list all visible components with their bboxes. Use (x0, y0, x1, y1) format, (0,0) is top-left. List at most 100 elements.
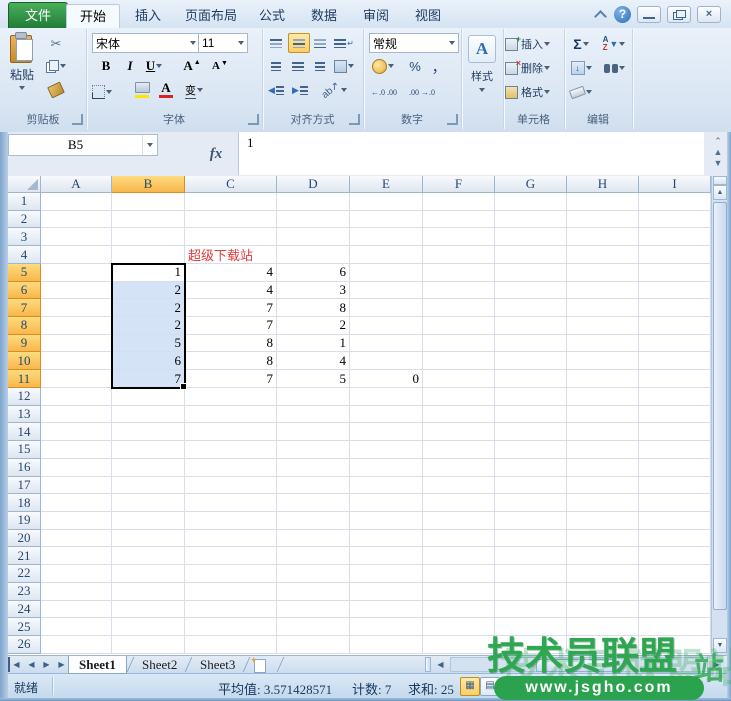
window-close-button[interactable]: × (697, 6, 721, 23)
cell-D6[interactable]: 3 (277, 282, 350, 300)
cell-C2[interactable] (185, 211, 277, 229)
italic-button[interactable]: I (120, 57, 140, 75)
cell-I15[interactable] (639, 441, 711, 459)
cell-H1[interactable] (567, 193, 639, 211)
cell-D7[interactable]: 8 (277, 299, 350, 317)
cell-G3[interactable] (495, 228, 567, 246)
cell-A16[interactable] (41, 459, 112, 477)
cell-G6[interactable] (495, 282, 567, 300)
cell-E4[interactable] (350, 246, 423, 264)
format-cells-button[interactable]: 格式 (505, 83, 561, 101)
increase-indent-button[interactable]: ▶ (290, 81, 310, 99)
select-all-corner[interactable] (8, 176, 41, 193)
cell-B2[interactable] (112, 211, 185, 229)
align-left-button[interactable] (266, 57, 286, 75)
cell-E26[interactable] (350, 636, 423, 654)
cell-F17[interactable] (423, 477, 495, 495)
paste-button[interactable]: 粘贴 (3, 31, 41, 111)
cell-B10[interactable]: 6 (112, 352, 185, 370)
cell-D10[interactable]: 4 (277, 352, 350, 370)
cell-I22[interactable] (639, 565, 711, 583)
insert-function-button[interactable]: fx (196, 134, 236, 174)
cell-D25[interactable] (277, 618, 350, 636)
cell-H23[interactable] (567, 583, 639, 601)
cell-H2[interactable] (567, 211, 639, 229)
cell-D5[interactable]: 6 (277, 264, 350, 282)
find-select-button[interactable] (600, 59, 628, 77)
cell-I21[interactable] (639, 547, 711, 565)
sheet-tab-sheet3[interactable]: Sheet3 (190, 656, 245, 673)
cell-D1[interactable] (277, 193, 350, 211)
cell-F5[interactable] (423, 264, 495, 282)
accounting-format-button[interactable] (369, 57, 397, 75)
cell-D15[interactable] (277, 441, 350, 459)
align-middle-button[interactable] (288, 33, 310, 53)
row-header-13[interactable]: 13 (8, 406, 41, 424)
row-header-6[interactable]: 6 (8, 282, 41, 300)
cell-H13[interactable] (567, 406, 639, 424)
cell-E18[interactable] (350, 494, 423, 512)
tab-home[interactable]: 开始 (66, 4, 120, 29)
cell-E3[interactable] (350, 228, 423, 246)
cell-F1[interactable] (423, 193, 495, 211)
normal-view-button[interactable]: ▦ (460, 677, 480, 696)
align-bottom-button[interactable] (310, 34, 330, 52)
cell-A13[interactable] (41, 406, 112, 424)
cut-button[interactable]: ✂ (46, 35, 66, 53)
cell-I4[interactable] (639, 246, 711, 264)
cell-F6[interactable] (423, 282, 495, 300)
cell-I20[interactable] (639, 530, 711, 548)
cell-C25[interactable] (185, 618, 277, 636)
cell-I8[interactable] (639, 317, 711, 335)
cell-B23[interactable] (112, 583, 185, 601)
cell-E9[interactable] (350, 335, 423, 353)
cell-A23[interactable] (41, 583, 112, 601)
cell-D19[interactable] (277, 512, 350, 530)
borders-button[interactable] (92, 83, 112, 101)
cell-G18[interactable] (495, 494, 567, 512)
cell-C1[interactable] (185, 193, 277, 211)
cell-C17[interactable] (185, 477, 277, 495)
cell-B5[interactable]: 1 (112, 264, 185, 282)
cell-G5[interactable] (495, 264, 567, 282)
alignment-dialog-launcher[interactable] (349, 114, 360, 125)
row-header-17[interactable]: 17 (8, 477, 41, 495)
cell-H14[interactable] (567, 423, 639, 441)
cell-E16[interactable] (350, 459, 423, 477)
cell-D17[interactable] (277, 477, 350, 495)
fill-button[interactable]: ↓ (566, 59, 596, 77)
formula-input[interactable]: 1 (238, 132, 704, 175)
cell-H19[interactable] (567, 512, 639, 530)
cell-I1[interactable] (639, 193, 711, 211)
cell-A6[interactable] (41, 282, 112, 300)
cell-A25[interactable] (41, 618, 112, 636)
cell-A24[interactable] (41, 601, 112, 619)
cell-I23[interactable] (639, 583, 711, 601)
cell-G12[interactable] (495, 388, 567, 406)
cell-E2[interactable] (350, 211, 423, 229)
clipboard-dialog-launcher[interactable] (72, 114, 83, 125)
cell-G24[interactable] (495, 601, 567, 619)
cell-C11[interactable]: 7 (185, 370, 277, 388)
cell-G2[interactable] (495, 211, 567, 229)
cell-E23[interactable] (350, 583, 423, 601)
row-header-14[interactable]: 14 (8, 423, 41, 441)
cell-H8[interactable] (567, 317, 639, 335)
bold-button[interactable]: B (96, 57, 116, 75)
cell-I12[interactable] (639, 388, 711, 406)
cell-G13[interactable] (495, 406, 567, 424)
cell-B1[interactable] (112, 193, 185, 211)
cell-G21[interactable] (495, 547, 567, 565)
row-header-25[interactable]: 25 (8, 618, 41, 636)
name-box-dropdown-icon[interactable] (142, 135, 157, 155)
cell-C12[interactable] (185, 388, 277, 406)
cell-E8[interactable] (350, 317, 423, 335)
cell-G20[interactable] (495, 530, 567, 548)
row-header-3[interactable]: 3 (8, 228, 41, 246)
cell-H16[interactable] (567, 459, 639, 477)
column-header-D[interactable]: D (277, 176, 350, 193)
tab-review[interactable]: 审阅 (350, 4, 402, 28)
font-size-combo[interactable]: 11 (198, 33, 248, 53)
cell-G14[interactable] (495, 423, 567, 441)
cell-C13[interactable] (185, 406, 277, 424)
